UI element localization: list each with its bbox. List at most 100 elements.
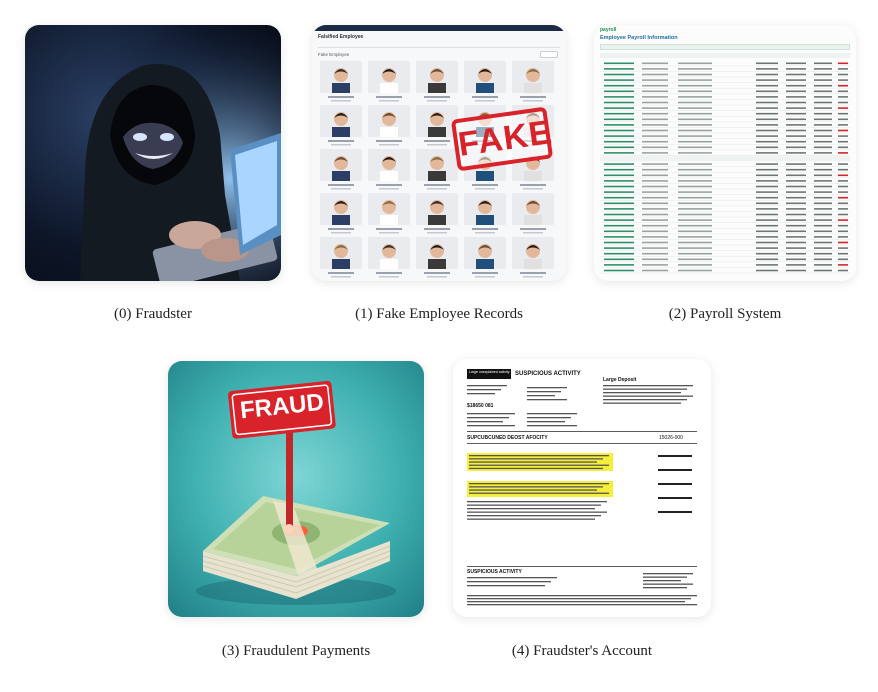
text-line (527, 413, 577, 415)
text-line (527, 421, 565, 423)
payroll-row (600, 180, 850, 184)
text-line (643, 576, 687, 578)
text-line (603, 392, 681, 394)
divider (467, 431, 697, 432)
text-line (469, 483, 609, 485)
text-line (467, 604, 697, 606)
payroll-row (600, 247, 850, 251)
payroll-row (600, 230, 850, 235)
text-line (467, 389, 501, 391)
fake-employee-records-image: Falsified Employee Fake Employee FAKE (312, 25, 566, 281)
text-line (469, 461, 597, 463)
payroll-row (600, 174, 850, 179)
text-line (467, 511, 607, 513)
employee-card (320, 105, 362, 146)
text-line (643, 580, 681, 582)
payroll-row (600, 90, 850, 95)
payroll-row (600, 168, 850, 173)
text-line (467, 501, 607, 503)
employee-card (512, 237, 554, 278)
payroll-row (600, 252, 850, 257)
employee-card (368, 105, 410, 146)
text-line (469, 492, 609, 494)
payroll-row (600, 129, 850, 134)
amount-line (658, 469, 692, 471)
text-line (467, 417, 509, 419)
payroll-row (600, 68, 850, 72)
divider (467, 443, 697, 444)
statement-body (467, 385, 697, 606)
employee-card (416, 237, 458, 278)
fake-stamp-text: FAKE (455, 113, 555, 164)
payroll-row (600, 258, 850, 263)
employee-card (512, 193, 554, 234)
text-line (603, 395, 693, 397)
payroll-row (600, 73, 850, 78)
text-line (467, 515, 601, 517)
amount-line (658, 497, 692, 499)
payroll-row (600, 213, 850, 218)
text-line (467, 518, 595, 520)
text-line (467, 577, 557, 579)
payroll-row (600, 269, 850, 274)
hooded-hacker-illustration (25, 25, 281, 281)
employee-card (320, 237, 362, 278)
payroll-row (600, 208, 850, 212)
payroll-row (600, 156, 850, 162)
text-line (467, 595, 697, 597)
text-line (469, 458, 603, 460)
caption-payroll-system: (2) Payroll System (668, 306, 782, 322)
payroll-row (600, 196, 850, 201)
employee-card (512, 61, 554, 102)
caption-fraudulent-payments: (3) Fraudulent Payments (221, 643, 371, 659)
payroll-row (600, 264, 850, 268)
payroll-row (600, 241, 850, 246)
payroll-row (600, 96, 850, 100)
caption-fraudster: (0) Fraudster (114, 306, 192, 322)
employee-card (464, 61, 506, 102)
text-line (469, 455, 609, 457)
payroll-row (600, 224, 850, 229)
employee-card (368, 193, 410, 234)
text-line (469, 489, 597, 491)
employee-card (416, 61, 458, 102)
divider (467, 566, 697, 567)
payroll-row (600, 140, 850, 145)
payroll-system-image: payroll Employee Payroll Information (594, 25, 856, 281)
payroll-header-row (600, 53, 850, 58)
amount-line (658, 511, 692, 513)
employee-card (368, 149, 410, 190)
text-line (467, 581, 551, 583)
payroll-row (600, 107, 850, 111)
text-line (603, 402, 681, 404)
payroll-row (600, 79, 850, 83)
payroll-row (600, 219, 850, 223)
text-line (527, 395, 555, 397)
fraudulent-payments-image: FRAUD (168, 361, 424, 617)
fraudster-account-statement-image: Large unexplained activity SUSPICIOUS AC… (453, 359, 711, 617)
payroll-row (600, 236, 850, 240)
text-line (527, 391, 561, 393)
amount-line (658, 483, 692, 485)
payroll-row (600, 152, 850, 156)
text-line (643, 587, 687, 589)
employee-card (320, 61, 362, 102)
text-line (467, 508, 595, 510)
payroll-table (600, 53, 850, 274)
payroll-row (600, 163, 850, 167)
amount-line (658, 455, 692, 457)
text-line (603, 399, 687, 401)
employee-card (320, 193, 362, 234)
payroll-row (600, 202, 850, 207)
statement-footer-title: SUSPICIOUS ACTIVITY (467, 569, 522, 575)
payroll-row (600, 124, 850, 128)
text-line (643, 583, 693, 585)
text-line (527, 417, 571, 419)
employee-card (416, 193, 458, 234)
payroll-row (600, 146, 850, 151)
text-line (527, 425, 577, 427)
text-line (469, 464, 609, 466)
payroll-row (600, 84, 850, 89)
text-line (527, 387, 567, 389)
caption-fraudsters-account: (4) Fraudster's Account (511, 643, 653, 659)
